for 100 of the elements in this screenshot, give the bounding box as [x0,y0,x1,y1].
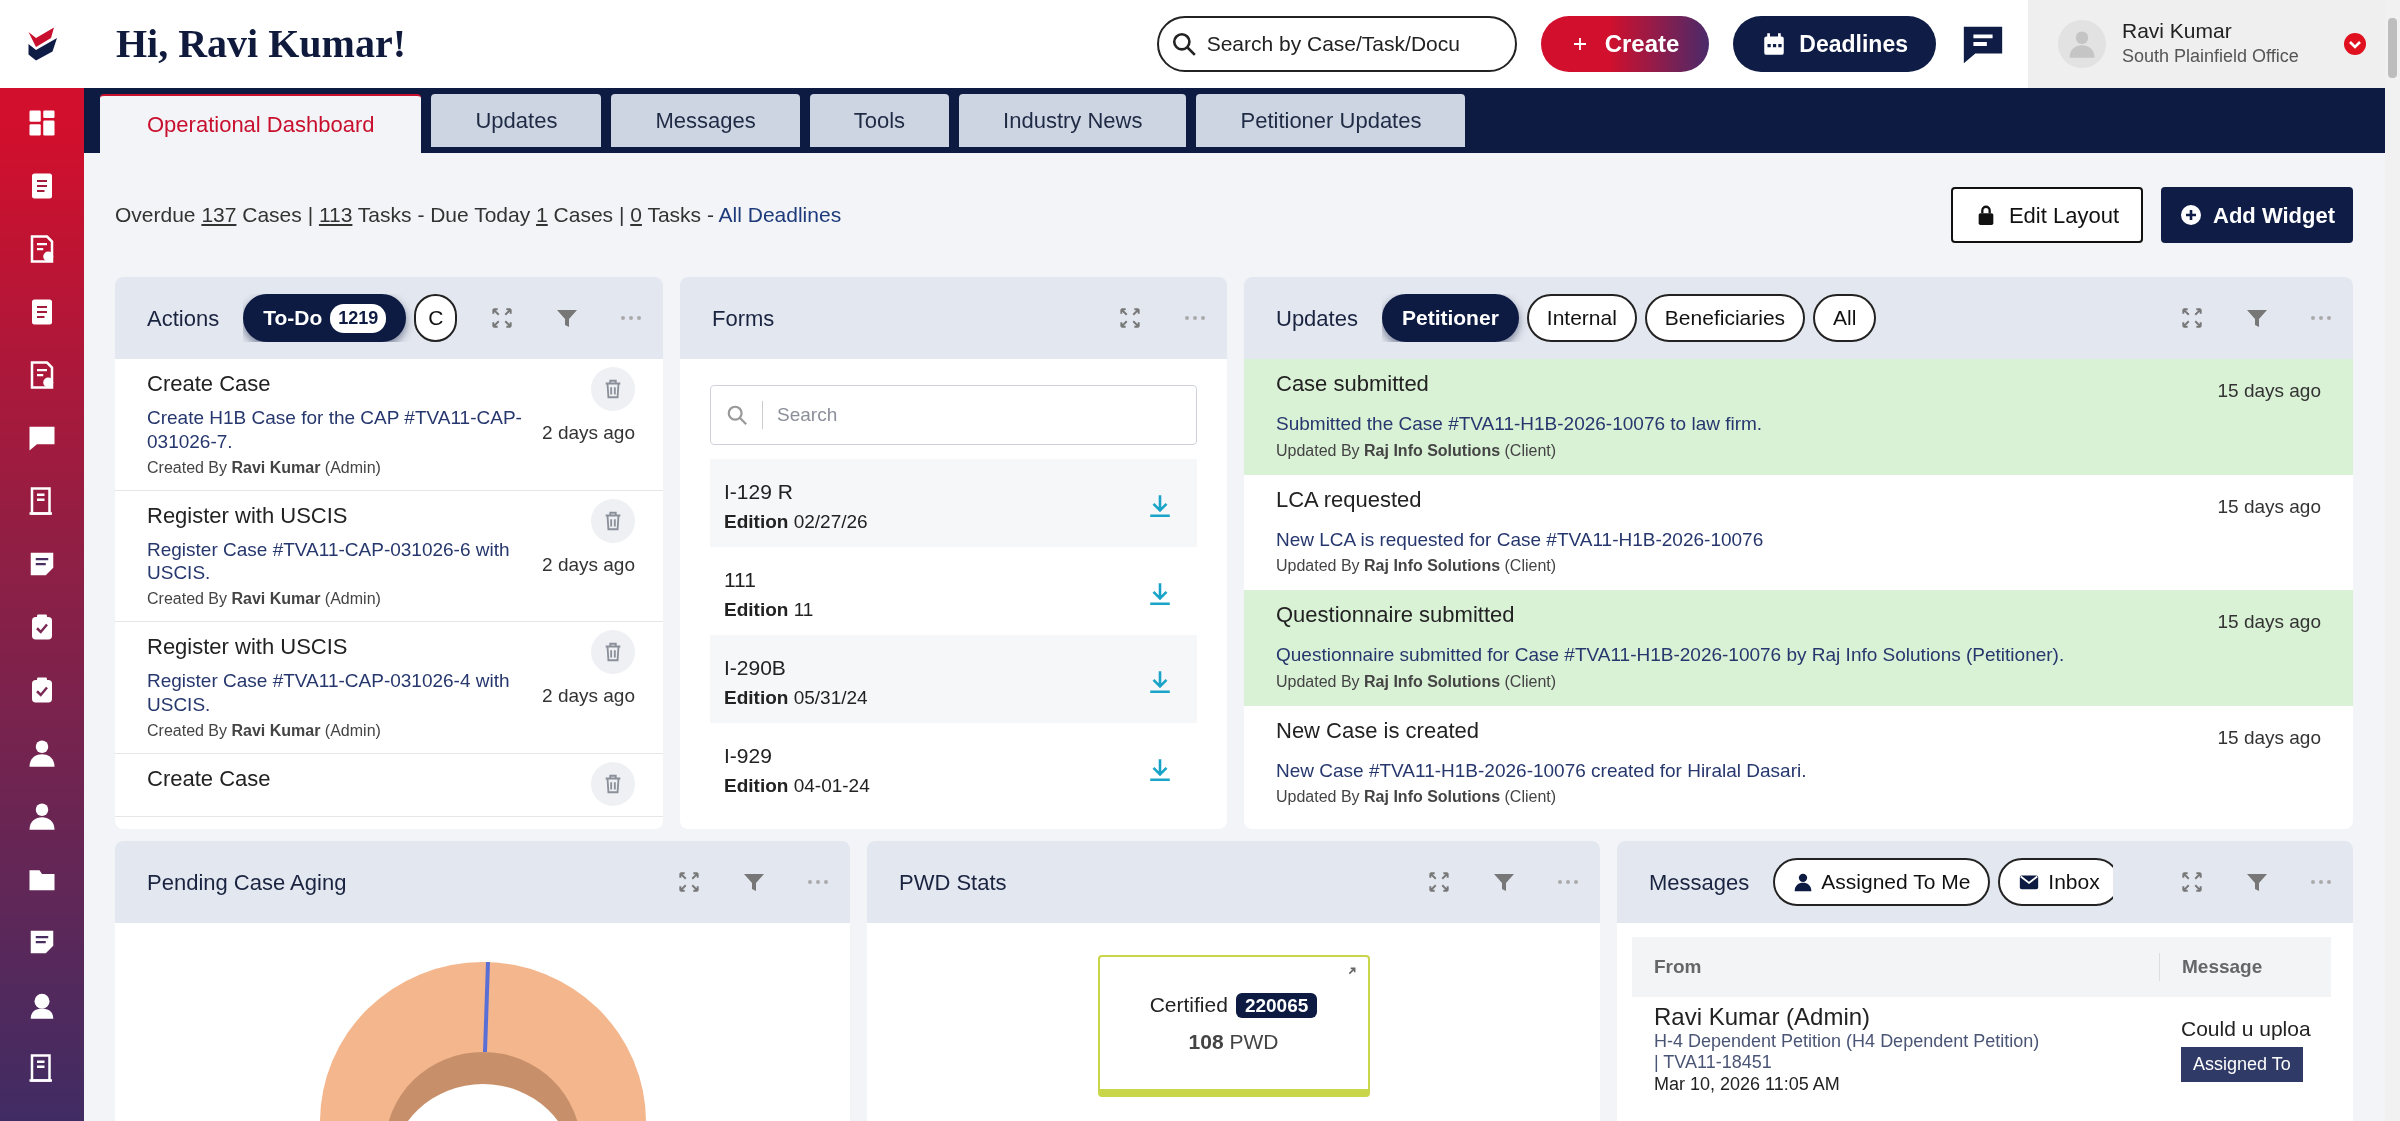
person-icon[interactable] [27,738,57,768]
create-button[interactable]: Create [1540,16,1710,72]
update-item[interactable]: New Case is created New Case #TVA11-H1B-2026-10076 created for Hiralal Dasari. Updated By Raj Info Solutions (Client) 15 days ago [1244,705,2353,821]
tab[interactable]: Petitioner Updates [1196,94,1466,147]
person-silhouette-icon [2067,29,2097,59]
widget-title: Pending Case Aging [147,868,347,897]
created-by-text: Created By Ravi Kumar (Admin) [147,589,382,609]
download-icon[interactable] [1147,669,1173,695]
updated-by-text: Updated By Raj Info Solutions (Client) [1276,787,1558,807]
form-name: I-129 R [724,479,794,505]
status-badge: Assigned To [2181,1047,2303,1083]
person-icon [1793,872,1814,892]
form-name: I-290B [724,655,787,681]
form-name: I-929 [724,743,773,769]
update-item[interactable]: Case submitted Submitted the Case #TVA11-H1B-2026-10076 to law firm. Updated By Raj Info Solutions (Client) 15 days ago [1244,359,2353,475]
all-deadlines-link[interactable]: All Deadlines [718,203,842,227]
edition-text: Edition 04-01-24 [724,773,871,798]
widget-title: Updates [1276,304,1358,333]
dashboard-icon[interactable] [27,108,57,138]
count-link[interactable]: 113 [318,203,353,227]
filter-pill[interactable]: To-Do 1219 [243,294,407,342]
task-description: Register Case #TVA11-CAP-031026-6 with USCIS. [147,537,511,585]
time-text: 2 days ago [542,552,635,577]
expand-icon[interactable] [676,869,702,895]
user-name: Ravi Kumar [2122,17,2233,44]
tab[interactable]: Tools [809,94,950,147]
time-text: 15 days ago [2217,494,2321,519]
delete-button[interactable] [591,367,635,411]
created-by-text: Created By Ravi Kumar (Admin) [147,457,382,478]
tab[interactable]: Industry News [959,94,1187,147]
filter-pill[interactable]: Assigned To Me [1773,858,1991,906]
time-text: 2 days ago [542,421,635,445]
filter-pill[interactable]: Petitioner [1381,294,1519,342]
widget-title: Messages [1649,868,1750,897]
scrollbar[interactable] [2385,0,2400,1121]
tab[interactable]: Messages [611,94,800,147]
edition-text: Edition 05/31/24 [724,685,869,710]
time-text: 15 days ago [2217,610,2321,634]
count-badge: 220065 [1235,992,1318,1018]
updated-by-text: Updated By Raj Info Solutions (Client) [1276,440,1558,461]
search-icon [726,404,748,426]
count-link[interactable]: 1 [536,203,548,227]
widget-title: Forms [712,304,775,333]
filter-pill[interactable]: C [414,294,458,342]
update-item[interactable]: Questionnaire submitted Questionnaire submitted for Case #TVA11-H1B-2026-10076 by Raj Info Solutions (Petitioner). Updated By Raj Info Solutions (Client) 15 days ago [1244,590,2353,706]
expand-icon[interactable] [489,305,515,331]
user-menu[interactable]: Ravi Kumar South Plainfield Office [2028,0,2385,88]
download-icon[interactable] [1147,757,1173,783]
download-icon[interactable] [1147,493,1173,519]
tab[interactable]: Operational Dashboard [100,94,422,153]
message-subject: H-4 Dependent Petition (H4 Dependent Petition) [1654,1030,2041,1053]
expand-icon[interactable] [2179,869,2205,895]
download-icon[interactable] [1147,581,1173,607]
column-header: Message [2159,952,2331,982]
delete-button[interactable] [591,630,635,674]
deadlines-button[interactable]: Deadlines [1733,16,1936,72]
created-by-text: Created By Ravi Kumar (Admin) [147,720,382,741]
update-title: LCA requested [1276,485,1423,514]
expand-icon[interactable] [1426,869,1452,895]
search-field[interactable]: Search by Case/Task/Docu [1156,16,1517,72]
updated-by-text: Updated By Raj Info Solutions (Client) [1276,671,1558,692]
dropdown-icon[interactable] [2343,32,2367,56]
time-text: 2 days ago [542,684,635,708]
person-icon[interactable] [27,801,57,831]
plus-circle-icon [2179,203,2203,227]
edition-text: Edition 11 [724,597,815,622]
update-title: Questionnaire submitted [1276,601,1516,629]
filter-pill[interactable]: Internal [1526,294,1637,342]
message-date: Mar 10, 2026 11:05 AM [1654,1073,1841,1096]
stat-value: 108 PWD [1188,1029,1279,1055]
expand-icon[interactable] [2179,305,2205,331]
widget-title: Actions [147,304,220,333]
widget-title: PWD Stats [899,868,1007,897]
filter-pill[interactable]: All [1813,294,1877,342]
delete-button[interactable] [591,761,635,806]
count-badge: 1219 [330,303,387,333]
time-text: 15 days ago [2217,725,2321,750]
add-widget-button[interactable]: Add Widget [2161,187,2353,243]
update-title: Case submitted [1276,370,1430,398]
edition-text: Edition 02/27/26 [724,509,869,534]
update-description: Submitted the Case #TVA11-H1B-2026-10076 to law firm. [1276,412,1764,436]
task-title: Register with USCIS [147,633,349,661]
count-link[interactable]: 137 [201,203,237,227]
edit-layout-button[interactable]: Edit Layout [1950,187,2143,243]
expand-icon[interactable] [1117,305,1143,331]
update-description: Questionnaire submitted for Case #TVA11-H1B-2026-10076 by Raj Info Solutions (Petitioner). [1276,643,2066,667]
tab[interactable]: Updates [431,94,602,147]
update-item[interactable]: LCA requested New LCA is requested for Case #TVA11-H1B-2026-10076 Updated By Raj Info Solutions (Client) 15 days ago [1244,474,2353,590]
updated-by-text: Updated By Raj Info Solutions (Client) [1276,556,1558,576]
update-description: New Case #TVA11-H1B-2026-10076 created for Hiralal Dasari. [1276,758,1808,783]
filter-pill[interactable]: Inbox [1998,858,2114,906]
office-name: South Plainfield Office [2122,45,2299,69]
stat-card[interactable]: Certified 220065 108 PWD [1097,955,1370,1097]
message-preview: Could u uploa [2181,1017,2312,1042]
count-link[interactable]: 0 [630,203,642,227]
greeting-heading: Hi, Ravi Kumar! [116,20,406,68]
delete-button[interactable] [591,498,635,543]
task-title: Create Case [147,764,272,793]
sender-name: Ravi Kumar (Admin) [1654,1003,1872,1031]
filter-pill[interactable]: Beneficiaries [1644,294,1806,342]
